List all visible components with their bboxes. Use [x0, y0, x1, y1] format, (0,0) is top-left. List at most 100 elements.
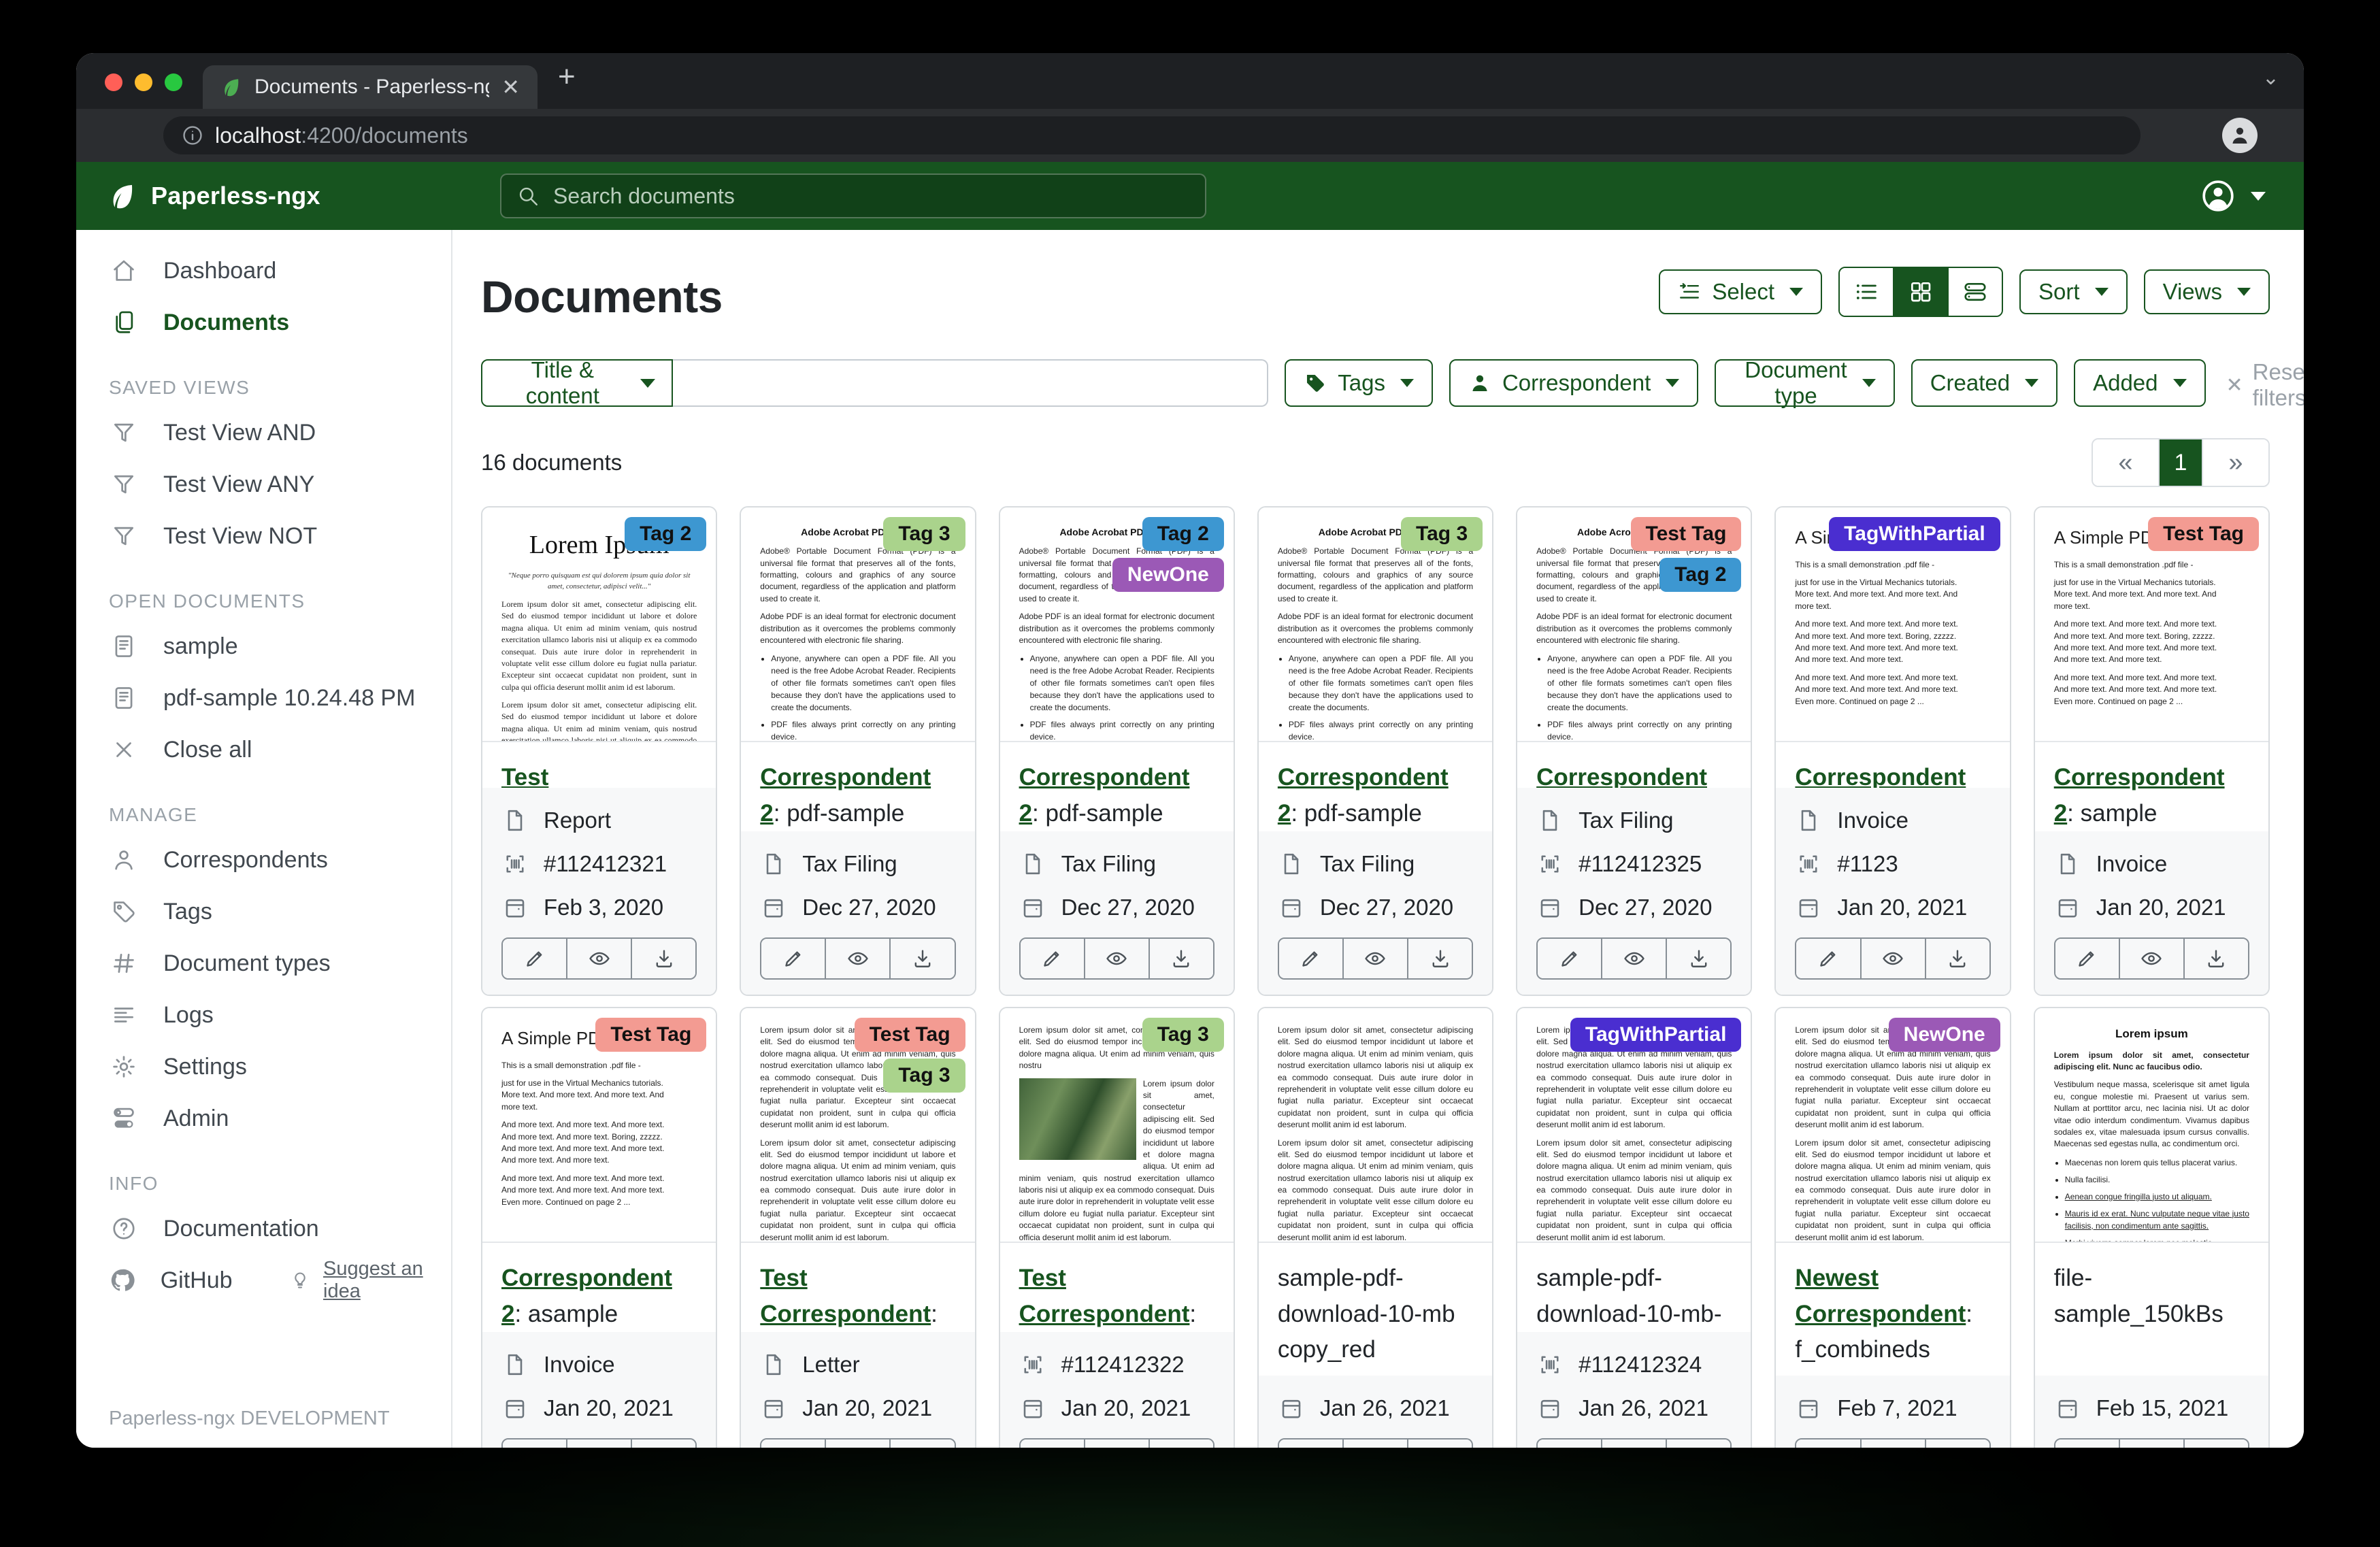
document-card[interactable]: Lorem ipsum dolor sit amet, consectetur …: [740, 1007, 976, 1448]
document-card[interactable]: Lorem ipsum dolor sit amet, consectetur …: [1774, 1007, 2011, 1448]
document-card[interactable]: Lorem ipsumLorem ipsum dolor sit amet, c…: [2034, 1007, 2270, 1448]
edit-button[interactable]: [1538, 939, 1601, 978]
sidebar-item-logs[interactable]: Logs: [76, 989, 451, 1041]
preview-button[interactable]: [1342, 1440, 1407, 1448]
correspondent-link[interactable]: Test Correspondent: [760, 1265, 931, 1327]
document-thumbnail[interactable]: Adobe Acrobat PDF FilesAdobe® Portable D…: [1517, 508, 1751, 742]
global-search[interactable]: [500, 173, 1206, 218]
edit-button[interactable]: [2055, 939, 2119, 978]
pagination-page-1[interactable]: 1: [2158, 439, 2202, 486]
pagination-prev[interactable]: «: [2093, 439, 2158, 486]
download-button[interactable]: [1666, 939, 1730, 978]
tag-badge[interactable]: Tag 3: [883, 517, 965, 551]
tags-filter-button[interactable]: Tags: [1285, 359, 1433, 407]
added-filter-button[interactable]: Added: [2074, 359, 2205, 407]
tag-badge[interactable]: Test Tag: [2148, 517, 2259, 551]
maximize-window-button[interactable]: [165, 73, 182, 91]
correspondent-link[interactable]: Newest Correspondent: [1795, 1265, 1966, 1327]
edit-button[interactable]: [503, 939, 566, 978]
filter-text-input[interactable]: [673, 359, 1269, 407]
document-card[interactable]: Adobe Acrobat PDF FilesAdobe® Portable D…: [1516, 506, 1752, 996]
document-thumbnail[interactable]: Lorem ipsum dolor sit amet, consectetur …: [1000, 1008, 1234, 1243]
document-card[interactable]: Adobe Acrobat PDF FilesAdobe® Portable D…: [740, 506, 976, 996]
pagination-next[interactable]: »: [2202, 439, 2268, 486]
document-thumbnail[interactable]: A Simple PDF FileThis is a small demonst…: [1776, 508, 2009, 742]
sidebar-item-documentation[interactable]: Documentation: [76, 1203, 451, 1254]
download-button[interactable]: [889, 1440, 954, 1448]
tab-close-icon[interactable]: ✕: [501, 74, 520, 100]
reset-filters-button[interactable]: ✕ Reset filters: [2226, 359, 2304, 411]
edit-button[interactable]: [761, 1440, 825, 1448]
sidebar-item-test-view-and[interactable]: Test View AND: [76, 407, 451, 459]
document-thumbnail[interactable]: Lorem ipsum dolor sit amet, consectetur …: [1517, 1008, 1751, 1243]
tag-badge[interactable]: NewOne: [1112, 558, 1224, 592]
sidebar-item-sample[interactable]: sample: [76, 620, 451, 672]
sidebar-item-document-types[interactable]: Document types: [76, 937, 451, 989]
address-bar[interactable]: localhost:4200/documents: [163, 116, 2141, 154]
document-thumbnail[interactable]: A Simple PDF FileThis is a small demonst…: [482, 1008, 716, 1243]
document-card[interactable]: Lorem ipsum dolor sit amet, consectetur …: [1257, 1007, 1493, 1448]
tag-badge[interactable]: Tag 3: [1142, 1018, 1224, 1052]
document-card[interactable]: A Simple PDF FileThis is a small demonst…: [2034, 506, 2270, 996]
created-filter-button[interactable]: Created: [1911, 359, 2057, 407]
edit-button[interactable]: [1279, 939, 1342, 978]
preview-button[interactable]: [1342, 939, 1407, 978]
display-mode-details[interactable]: [1947, 268, 2002, 316]
edit-button[interactable]: [1021, 939, 1084, 978]
tag-badge[interactable]: Tag 2: [1142, 517, 1224, 551]
document-card[interactable]: Lorem ipsum dolor sit amet, consectetur …: [1516, 1007, 1752, 1448]
document-card[interactable]: Adobe Acrobat PDF FilesAdobe® Portable D…: [1257, 506, 1493, 996]
preview-button[interactable]: [1860, 1440, 1925, 1448]
preview-button[interactable]: [1084, 939, 1148, 978]
browser-profile-avatar[interactable]: [2222, 118, 2258, 153]
edit-button[interactable]: [1021, 1440, 1084, 1448]
document-thumbnail[interactable]: Lorem ipsum dolor sit amet, consectetur …: [1259, 1008, 1492, 1243]
download-button[interactable]: [2183, 1440, 2248, 1448]
correspondent-filter-button[interactable]: Correspondent: [1449, 359, 1698, 407]
download-button[interactable]: [1148, 1440, 1213, 1448]
download-button[interactable]: [889, 939, 954, 978]
download-button[interactable]: [631, 939, 695, 978]
sidebar-item-close-all[interactable]: Close all: [76, 724, 451, 776]
close-window-button[interactable]: [105, 73, 122, 91]
select-button[interactable]: Select: [1659, 269, 1822, 314]
edit-button[interactable]: [503, 1440, 566, 1448]
sidebar-item-admin[interactable]: Admin: [76, 1093, 451, 1144]
edit-button[interactable]: [1796, 1440, 1860, 1448]
sidebar-item-documents[interactable]: Documents: [76, 297, 451, 348]
tag-badge[interactable]: Test Tag: [855, 1018, 965, 1052]
edit-button[interactable]: [1538, 1440, 1601, 1448]
preview-button[interactable]: [1601, 1440, 1666, 1448]
document-thumbnail[interactable]: Adobe Acrobat PDF FilesAdobe® Portable D…: [1259, 508, 1492, 742]
download-button[interactable]: [1407, 939, 1472, 978]
download-button[interactable]: [631, 1440, 695, 1448]
preview-button[interactable]: [825, 939, 889, 978]
tag-badge[interactable]: Tag 3: [883, 1059, 965, 1093]
preview-button[interactable]: [566, 1440, 631, 1448]
minimize-window-button[interactable]: [135, 73, 152, 91]
app-brand[interactable]: Paperless-ngx: [76, 181, 452, 211]
document-thumbnail[interactable]: Adobe Acrobat PDF FilesAdobe® Portable D…: [1000, 508, 1234, 742]
preview-button[interactable]: [1601, 939, 1666, 978]
document-type-filter-button[interactable]: Document type: [1715, 359, 1894, 407]
tag-badge[interactable]: TagWithPartial: [1829, 517, 2000, 551]
download-button[interactable]: [1925, 1440, 1989, 1448]
document-card[interactable]: Lorem Ipsum"Neque porro quisquam est qui…: [481, 506, 717, 996]
preview-button[interactable]: [2119, 939, 2183, 978]
sidebar-item-settings[interactable]: Settings: [76, 1041, 451, 1093]
user-menu[interactable]: [2200, 178, 2266, 214]
sidebar-item-dashboard[interactable]: Dashboard: [76, 245, 451, 297]
tag-badge[interactable]: Test Tag: [595, 1018, 706, 1052]
download-button[interactable]: [1666, 1440, 1730, 1448]
document-thumbnail[interactable]: Lorem Ipsum"Neque porro quisquam est qui…: [482, 508, 716, 742]
download-button[interactable]: [1148, 939, 1213, 978]
edit-button[interactable]: [761, 939, 825, 978]
document-thumbnail[interactable]: Adobe Acrobat PDF FilesAdobe® Portable D…: [741, 508, 974, 742]
document-card[interactable]: A Simple PDF FileThis is a small demonst…: [481, 1007, 717, 1448]
views-button[interactable]: Views: [2144, 269, 2270, 314]
correspondent-link[interactable]: Test Correspondent: [1019, 1265, 1190, 1327]
document-thumbnail[interactable]: Lorem ipsumLorem ipsum dolor sit amet, c…: [2035, 1008, 2268, 1243]
download-button[interactable]: [2183, 939, 2248, 978]
document-thumbnail[interactable]: Lorem ipsum dolor sit amet, consectetur …: [1776, 1008, 2009, 1243]
preview-button[interactable]: [1084, 1440, 1148, 1448]
